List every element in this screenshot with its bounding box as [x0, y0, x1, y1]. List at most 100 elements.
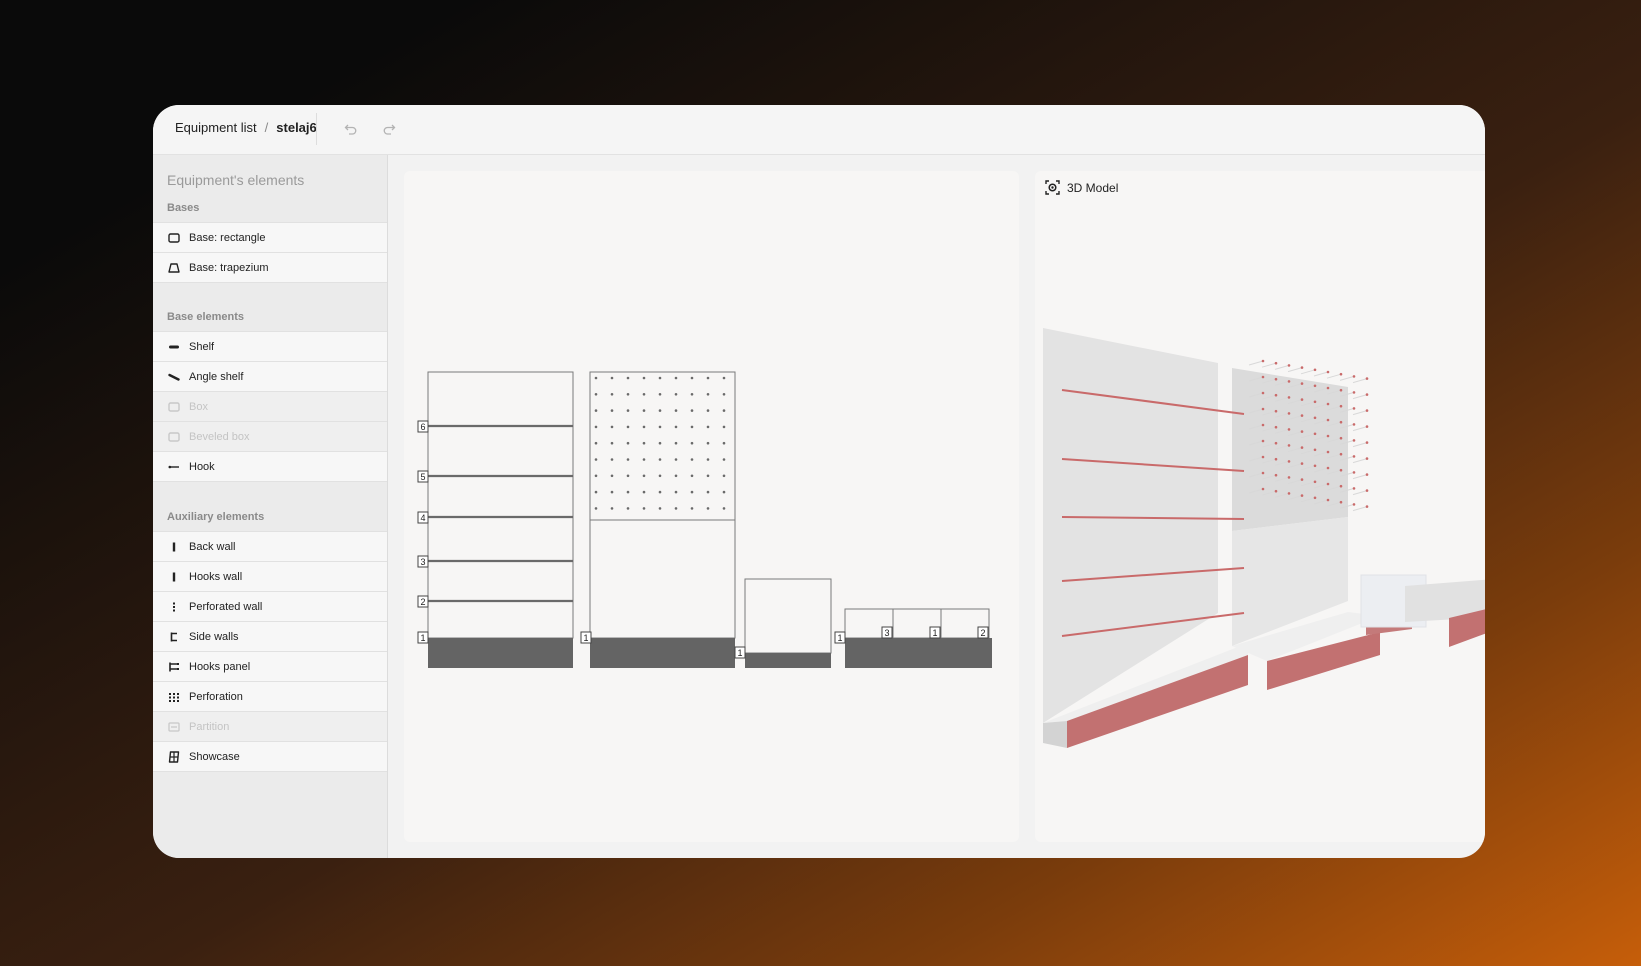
3d-hook-tip — [1352, 391, 1356, 394]
sidebar-item-angle-shelf[interactable]: Angle shelf — [153, 361, 387, 391]
equipment-canvas[interactable]: 6 5 4 3 2 1 1 1 1 3 1 2 — [404, 171, 1019, 842]
svg-text:1: 1 — [737, 648, 742, 658]
3d-hook-tip — [1313, 416, 1317, 420]
shelving-unit-b[interactable]: 1 — [580, 371, 736, 668]
svg-text:1: 1 — [932, 628, 937, 638]
sidebar-item-perforation[interactable]: Perforation — [153, 681, 387, 711]
perforation-dot — [658, 393, 662, 396]
perforation-dot — [626, 441, 630, 445]
section-divider — [153, 771, 387, 772]
section-divider — [153, 282, 387, 283]
perforation-dot — [610, 474, 614, 478]
box-number-marker: 3 — [881, 626, 893, 639]
3d-hook-tip — [1261, 471, 1265, 475]
shelf-number-marker: 4 — [417, 511, 429, 524]
3d-hook-tip — [1274, 489, 1278, 493]
perforation-dot — [642, 474, 646, 478]
sidebar-item-beveled-box[interactable]: Beveled box — [153, 421, 387, 451]
3d-hook-tip — [1287, 476, 1291, 479]
redo-button[interactable] — [377, 117, 401, 141]
sidebar-item-showcase[interactable]: Showcase — [153, 741, 387, 771]
breadcrumb-equipment-list-link[interactable]: Equipment list — [175, 120, 257, 135]
3d-model-panel: 3D Model — [1035, 171, 1485, 842]
3d-back-wall — [1043, 328, 1218, 723]
sidebar-item-label: Back wall — [189, 540, 236, 553]
svg-text:5: 5 — [420, 472, 425, 482]
section-label-bases: Bases — [167, 202, 200, 214]
3d-hook-tip — [1352, 423, 1356, 426]
3d-hook-tip — [1326, 370, 1330, 374]
3d-hook-tip — [1313, 480, 1317, 484]
perforation-dot — [690, 458, 694, 461]
shelving-unit-c[interactable]: 1 — [734, 578, 832, 668]
undo-button[interactable] — [339, 117, 363, 141]
perforated-wall-icon — [167, 600, 181, 614]
undo-icon — [344, 124, 357, 135]
3d-hook-tip — [1352, 471, 1356, 474]
perforation-dot — [706, 507, 710, 510]
3d-hook-tip — [1326, 482, 1330, 486]
perforation-dot — [722, 490, 726, 494]
sidebar-item-label: Base: rectangle — [189, 231, 266, 244]
3d-hook-tip — [1300, 398, 1304, 401]
sidebar-item-hooks-wall[interactable]: Hooks wall — [153, 561, 387, 591]
3d-hook-tip — [1287, 412, 1291, 415]
shelving-unit-d[interactable]: 1 3 1 2 — [834, 608, 992, 668]
3d-hook-tip — [1300, 382, 1304, 385]
svg-text:1: 1 — [837, 633, 842, 643]
perforation-dot — [594, 393, 598, 396]
3d-hook — [1274, 364, 1290, 370]
sidebar-item-hooks-panel[interactable]: Hooks panel — [153, 651, 387, 681]
sidebar-item-shelf[interactable]: Shelf — [153, 331, 387, 361]
perforation-dot — [722, 507, 726, 510]
perforation-dot — [658, 458, 662, 461]
3d-hook-tip — [1339, 468, 1343, 472]
perforation-dot — [722, 409, 726, 412]
3d-hook-tip — [1261, 391, 1265, 395]
perforation-dot — [642, 409, 646, 412]
3d-viewport[interactable] — [1035, 171, 1485, 842]
perforation-dot — [642, 376, 646, 380]
sidebar-item-box[interactable]: Box — [153, 391, 387, 421]
shelving-unit-a[interactable]: 6 5 4 3 2 1 — [417, 371, 574, 668]
3d-base-side — [1043, 721, 1067, 748]
angle-shelf-icon — [167, 370, 181, 384]
beveled-box-icon — [167, 430, 181, 444]
perforation-dot — [642, 458, 646, 461]
perforation-dot — [658, 441, 662, 445]
3d-hook-tip — [1339, 500, 1343, 504]
perforation-dot — [610, 425, 614, 429]
perforation-dot — [706, 393, 710, 396]
3d-hook-tip — [1365, 393, 1369, 396]
perforation-dot — [722, 458, 726, 461]
3d-hook-tip — [1365, 377, 1369, 380]
perforation-dot — [594, 490, 598, 494]
3d-hook-tip — [1339, 404, 1343, 408]
3d-hook-tip — [1339, 420, 1343, 424]
sidebar-item-back-wall[interactable]: Back wall — [153, 531, 387, 561]
sidebar-item-label: Shelf — [189, 340, 215, 353]
sidebar-item-side-walls[interactable]: Side walls — [153, 621, 387, 651]
3d-hook — [1339, 375, 1355, 381]
perforation-dot — [690, 441, 694, 445]
perforation-dot — [642, 425, 646, 429]
perforation-dot — [594, 474, 598, 478]
sidebar-item-perforated-wall[interactable]: Perforated wall — [153, 591, 387, 621]
3d-hook-tip — [1352, 455, 1356, 458]
sidebar-item-hook[interactable]: Hook — [153, 451, 387, 481]
3d-hook-tip — [1326, 402, 1330, 406]
sidebar-item-partition[interactable]: Partition — [153, 711, 387, 741]
perforation-dot — [642, 490, 646, 494]
sidebar-item-base-rectangle[interactable]: Base: rectangle — [153, 222, 387, 252]
sidebar-item-label: Beveled box — [189, 430, 250, 443]
3d-hook-tip — [1326, 386, 1330, 390]
svg-text:1: 1 — [420, 633, 425, 643]
3d-hook — [1313, 371, 1329, 377]
sidebar-item-label: Showcase — [189, 750, 240, 763]
perforation-dot — [626, 490, 630, 494]
shelf-number-marker: 3 — [417, 555, 429, 568]
3d-hook-tip — [1352, 375, 1356, 378]
sidebar-item-base-trapezium[interactable]: Base: trapezium — [153, 252, 387, 282]
perforation-dot — [594, 458, 598, 461]
3d-hook-tip — [1313, 384, 1317, 388]
